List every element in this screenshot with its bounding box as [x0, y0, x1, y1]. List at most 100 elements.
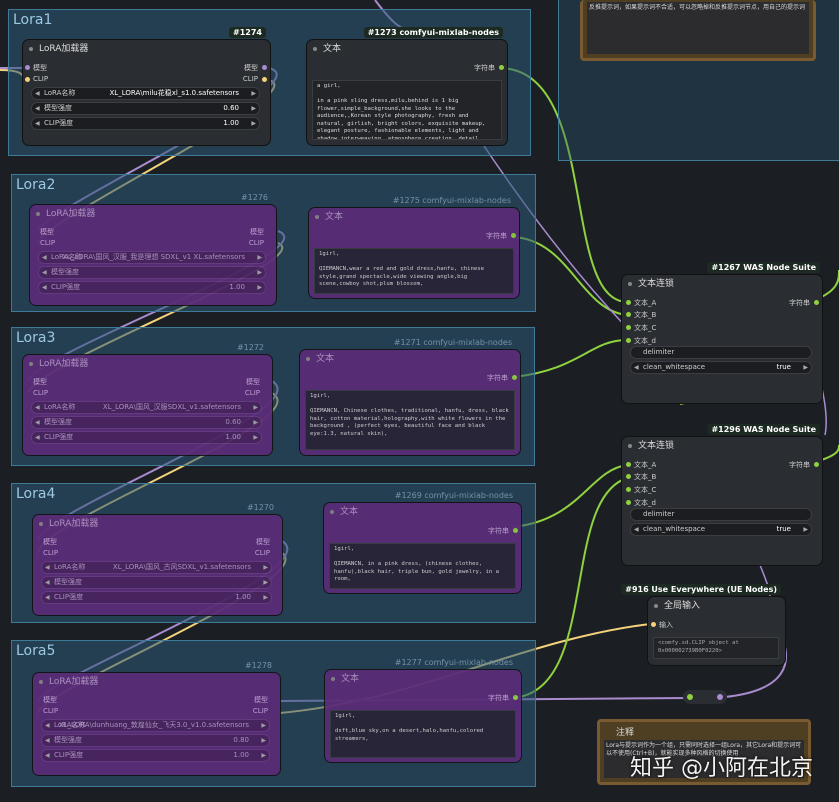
string-output-dot[interactable] [814, 462, 819, 467]
node-title[interactable]: LoRA加载器 [23, 355, 272, 373]
node-title[interactable]: 文本 [307, 40, 507, 58]
lora-loader-node-2[interactable]: #1276 LoRA加载器 模型 CLIP 模型 CLIP ◀ LoRA名称 XL… [30, 193, 276, 305]
clip-input-label: CLIP [33, 389, 49, 397]
text-concat-node-2[interactable]: #1296 WAS Node Suite 文本连锁 文本_A 文本_B 文本_C… [622, 424, 822, 565]
group-title: Lora2 [16, 177, 56, 193]
text-b-input-dot[interactable] [626, 312, 631, 317]
string-output-dot[interactable] [499, 65, 504, 70]
prompt-textarea[interactable]: 1girl, QIEMANCN, in a pink dress, (chine… [329, 543, 516, 589]
model-strength-field[interactable]: ◀ 模型强度 0.60 ▶ [31, 102, 260, 115]
node-title[interactable]: LoRA加载器 [33, 515, 282, 533]
clip-strength-field[interactable]: ◀ CLIP强度 1.00 ▶ [41, 591, 272, 604]
text-b-label: 文本_B [634, 311, 657, 319]
model-output-dot[interactable] [262, 65, 267, 70]
model-strength-label: 模型强度 [44, 418, 72, 426]
node-id-badge: #916 Use Everywhere (UE Nodes) [621, 584, 781, 595]
node-id-badge: #1272 [236, 343, 264, 352]
clip-strength-field[interactable]: ◀ CLIP强度 1.00 ▶ [38, 281, 266, 294]
prompt-textarea[interactable]: a girl, in a pink sling dress,milu,behin… [312, 80, 502, 140]
prompt-textarea[interactable]: 1girl, QIEMANCN, Chinese clothes, tradit… [305, 390, 515, 450]
lora-loader-node-5[interactable]: #1278 LoRA加载器 模型 CLIP 模型 CLIP ◀ LoRA名称 XL… [33, 661, 280, 775]
group-title: Lora3 [16, 330, 56, 346]
string-output-dot[interactable] [513, 528, 518, 533]
text-node-4[interactable]: #1269 comfyui-mixlab-nodes 文本 字符串 1girl,… [324, 491, 521, 593]
model-strength-label: 模型强度 [54, 578, 82, 586]
clip-strength-value: 1.00 [235, 593, 251, 601]
text-node-5[interactable]: #1277 comfyui-mixlab-nodes 文本 字符串 1girl,… [325, 658, 521, 762]
text-concat-node-1[interactable]: #1267 WAS Node Suite 文本连锁 文本_A 文本_B 文本_C… [622, 262, 822, 403]
clip-output-label: CLIP [254, 549, 270, 557]
lora-name-combo[interactable]: ◀ LoRA名称 XL_LORA\国风_古风SDXL_v1.safetensors… [41, 561, 272, 574]
text-node-2[interactable]: #1275 comfyui-mixlab-nodes 文本 字符串 1girl,… [309, 196, 519, 298]
model-strength-field[interactable]: ◀ 模型强度 0.60 ▶ [31, 416, 262, 429]
lora-loader-node-4[interactable]: #1270 LoRA加载器 模型 CLIP 模型 CLIP ◀ LoRA名称 XL… [33, 503, 282, 615]
clip-strength-field[interactable]: ◀ CLIP强度 1.00 ▶ [31, 117, 260, 130]
string-output-label: 字符串 [789, 461, 810, 469]
lora-name-value: XL_LORA\dunhuang_敦煌仙女_飞天3.0_v1.0.safeten… [58, 721, 249, 729]
text-d-input-dot[interactable] [626, 338, 631, 343]
node-title[interactable]: LoRA加载器 [33, 673, 280, 691]
model-input-dot[interactable] [25, 65, 30, 70]
clip-strength-value: 1.00 [233, 751, 249, 759]
text-node-1[interactable]: #1273 comfyui-mixlab-nodes 文本 字符串 a girl… [307, 27, 507, 145]
reroute-output-dot[interactable] [717, 694, 723, 700]
delimiter-field[interactable]: delimiter [630, 508, 812, 521]
node-id-badge: #1273 comfyui-mixlab-nodes [363, 27, 503, 38]
clip-input-dot[interactable] [25, 77, 30, 82]
model-strength-label: 模型强度 [51, 268, 79, 276]
clip-strength-field[interactable]: ◀ CLIP强度 1.00 ▶ [31, 431, 262, 444]
text-a-input-dot[interactable] [626, 462, 631, 467]
reroute-node[interactable] [683, 690, 727, 704]
text-node-3[interactable]: #1271 comfyui-mixlab-nodes 文本 字符串 1girl,… [300, 338, 520, 455]
node-title[interactable]: 全局输入 [648, 597, 785, 615]
model-strength-value: 0.60 [225, 418, 241, 426]
node-title[interactable]: LoRA加载器 [30, 205, 276, 223]
prompt-textarea[interactable]: 1girl, dsft,blue sky,on a desert,halo,ha… [330, 710, 516, 758]
lora-name-combo[interactable]: ◀ LoRA名称 XL_LORA\国风_汉服SDXL_v1.safetensors… [31, 401, 262, 414]
node-title[interactable]: 文本 [309, 208, 519, 226]
model-strength-field[interactable]: ◀ 模型强度 0.80 ▶ [41, 734, 270, 747]
model-strength-field[interactable]: ◀ 模型强度 ▶ [38, 266, 266, 279]
lora-loader-node-3[interactable]: #1272 LoRA加载器 模型 CLIP 模型 CLIP ◀ LoRA名称 XL… [23, 343, 272, 455]
node-title[interactable]: LoRA加载器 [23, 40, 270, 58]
text-c-label: 文本_C [634, 486, 657, 494]
input-dot[interactable] [651, 622, 656, 627]
node-id-badge: #1278 [244, 661, 272, 670]
top-note[interactable]: 反推提示词，如果提示词不合适，可以忽略掉和反推提示词节点，用自己的提示词 [580, 0, 816, 61]
lora-name-label: LoRA名称 [44, 89, 76, 97]
model-output-label: 模型 [246, 378, 260, 386]
lora-loader-node-1[interactable]: #1274 LoRA加载器 模型 CLIP 模型 CLIP ◀ LoRA名称 XL… [23, 27, 270, 145]
reroute-input-dot[interactable] [687, 694, 693, 700]
string-output-dot[interactable] [511, 233, 516, 238]
clip-strength-field[interactable]: ◀ CLIP强度 1.00 ▶ [41, 749, 270, 762]
prompt-textarea[interactable]: 1girl, QIEMANCN,wear a red and gold dres… [314, 248, 514, 294]
text-d-label: 文本_d [634, 337, 656, 345]
text-c-input-dot[interactable] [626, 325, 631, 330]
node-title[interactable]: 文本 [324, 503, 521, 521]
text-b-input-dot[interactable] [626, 474, 631, 479]
clip-strength-value: 1.00 [229, 283, 245, 291]
delimiter-field[interactable]: delimiter [630, 346, 812, 359]
node-id-badge: #1269 comfyui-mixlab-nodes [394, 491, 513, 500]
clip-output-dot[interactable] [262, 77, 267, 82]
note-title: 注释 [616, 728, 635, 738]
string-output-dot[interactable] [512, 375, 517, 380]
text-d-input-dot[interactable] [626, 500, 631, 505]
lora-name-combo[interactable]: ◀ LoRA名称 XL_LORA\国风_汉服_我是理想 SDXL_v1 XL.sa… [38, 251, 266, 264]
node-title[interactable]: 文本连锁 [622, 275, 822, 293]
string-output-label: 字符串 [488, 694, 509, 702]
text-c-input-dot[interactable] [626, 487, 631, 492]
lora-name-combo[interactable]: ◀ LoRA名称 XL_LORA\dunhuang_敦煌仙女_飞天3.0_v1.0… [41, 719, 270, 732]
use-everywhere-node[interactable]: #916 Use Everywhere (UE Nodes) 全局输入 输入 <… [621, 584, 785, 665]
lora-name-combo[interactable]: ◀ LoRA名称 XL_LORA\milu花稳xl_s1.0.safetensor… [31, 87, 260, 100]
clean-whitespace-toggle[interactable]: ◀ clean_whitespace true ▶ [630, 523, 812, 536]
model-strength-field[interactable]: ◀ 模型强度 ▶ [41, 576, 272, 589]
clean-whitespace-toggle[interactable]: ◀ clean_whitespace true ▶ [630, 361, 812, 374]
node-title[interactable]: 文本 [300, 350, 520, 368]
node-title[interactable]: 文本 [325, 670, 521, 688]
text-a-input-dot[interactable] [626, 300, 631, 305]
node-title[interactable]: 文本连锁 [622, 437, 822, 455]
string-output-dot[interactable] [513, 695, 518, 700]
string-output-dot[interactable] [814, 300, 819, 305]
ue-display: <comfy.sd.CLIP object at 0x000002739B0F0… [653, 637, 779, 659]
